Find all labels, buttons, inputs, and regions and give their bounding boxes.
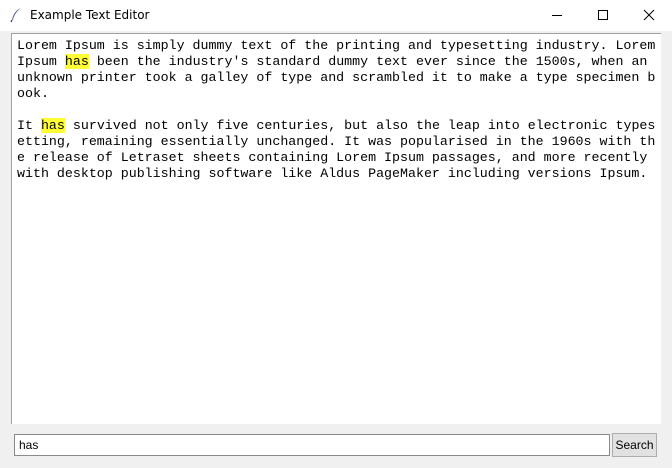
maximize-button[interactable] [580,0,626,31]
text-line[interactable]: Ipsum has been the industry's standard d… [17,54,661,70]
minimize-button[interactable] [534,0,580,31]
search-highlight: has [64,54,89,69]
text-line[interactable]: e release of Letraset sheets containing … [17,150,661,166]
text-editor-area[interactable]: Lorem Ipsum is simply dummy text of the … [11,33,661,424]
minimize-icon [552,15,562,16]
close-button[interactable] [626,0,672,31]
maximize-icon [598,10,608,20]
title-bar: Example Text Editor [0,0,672,31]
text-line[interactable]: Lorem Ipsum is simply dummy text of the … [17,38,661,54]
text-segment: e release of Letraset sheets containing … [17,150,648,165]
text-segment: survived not only five centuries, but al… [64,118,656,133]
text-line[interactable] [17,102,661,118]
search-highlight: has [40,118,65,133]
text-line[interactable]: unknown printer took a galley of type an… [17,70,661,86]
text-segment: ook. [17,86,49,101]
text-segment: with desktop publishing software like Al… [17,166,648,181]
window-title: Example Text Editor [30,8,150,22]
text-segment: unknown printer took a galley of type an… [17,70,656,85]
search-button[interactable]: Search [612,433,657,457]
text-line[interactable]: It has survived not only five centuries,… [17,118,661,134]
text-line[interactable]: etting, remaining essentially unchanged.… [17,134,661,150]
close-icon [643,9,655,21]
text-segment: Ipsum [17,54,65,69]
text-line[interactable]: ook. [17,86,661,102]
text-segment: It [17,118,41,133]
text-segment: been the industry's standard dummy text … [88,54,648,69]
text-segment: etting, remaining essentially unchanged.… [17,134,656,149]
text-line[interactable]: with desktop publishing software like Al… [17,166,661,182]
search-input[interactable] [14,434,610,456]
text-segment: Lorem Ipsum is simply dummy text of the … [17,38,656,53]
feather-icon [9,7,23,23]
